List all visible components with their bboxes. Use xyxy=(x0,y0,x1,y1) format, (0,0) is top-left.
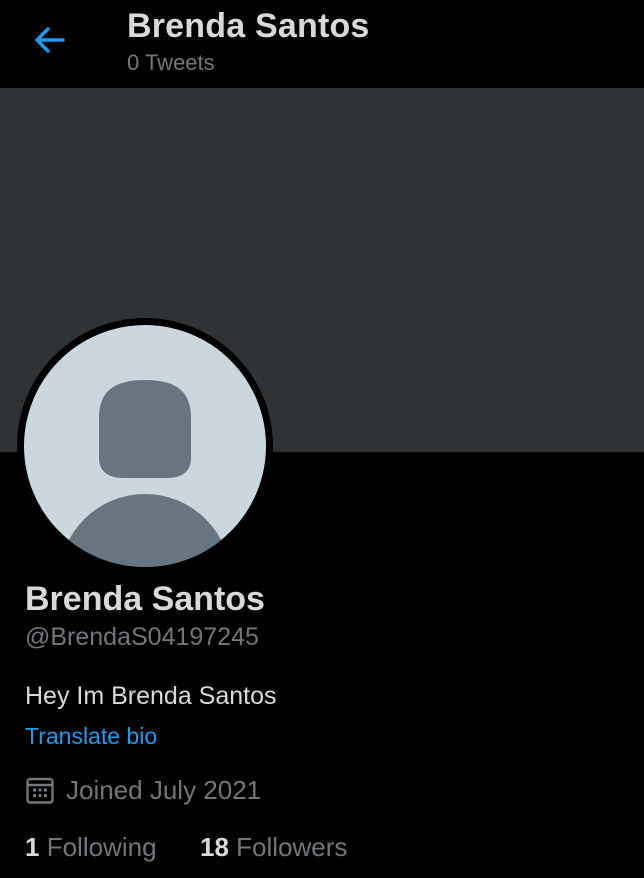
calendar-icon xyxy=(26,777,54,804)
translate-bio-link[interactable]: Translate bio xyxy=(25,723,157,750)
top-bar: Brenda Santos 0 Tweets xyxy=(0,0,644,88)
header-title: Brenda Santos xyxy=(127,7,370,45)
profile-page: Brenda Santos 0 Tweets Brenda Santos @Br… xyxy=(0,0,644,878)
profile-display-name: Brenda Santos xyxy=(25,580,265,618)
following-count: 1 xyxy=(25,832,40,862)
tweet-count: 0 Tweets xyxy=(127,50,215,75)
followers-stat[interactable]: 18 Followers xyxy=(200,832,347,863)
following-stat[interactable]: 1 Following xyxy=(25,832,157,863)
followers-count: 18 xyxy=(200,832,229,862)
profile-handle: @BrendaS04197245 xyxy=(25,623,259,651)
default-avatar-icon xyxy=(24,325,266,567)
joined-date-text: Joined July 2021 xyxy=(66,774,262,805)
back-button[interactable] xyxy=(24,18,76,62)
joined-date: Joined July 2021 xyxy=(25,773,261,807)
following-label: Following xyxy=(46,832,157,862)
profile-bio: Hey Im Brenda Santos xyxy=(25,682,277,710)
followers-label: Followers xyxy=(236,832,348,862)
arrow-left-icon xyxy=(35,27,65,53)
avatar[interactable] xyxy=(17,318,273,574)
